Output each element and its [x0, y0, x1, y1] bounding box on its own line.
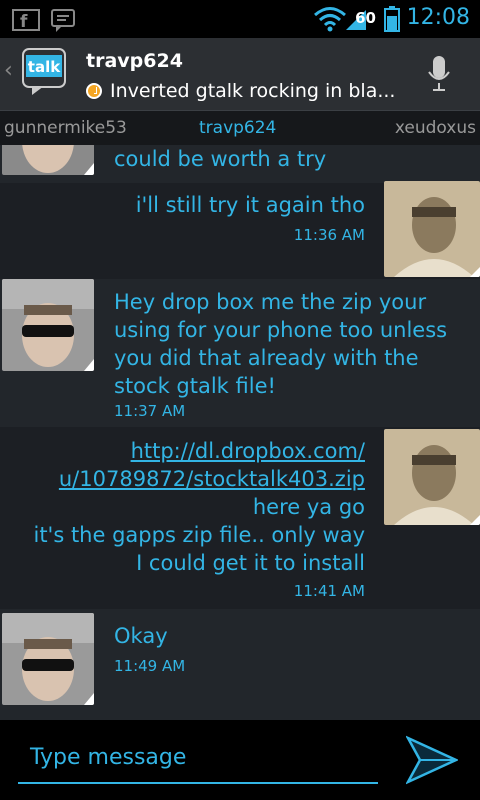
message-text: Okay [114, 624, 168, 648]
talk-logo[interactable]: talk [22, 48, 68, 100]
clock: 12:08 [406, 5, 470, 30]
svg-text:f: f [20, 12, 28, 32]
away-status-icon [86, 83, 102, 99]
message-item: Okay 11:49 AM [0, 609, 480, 720]
message-item: http://dl.dropbox.com/ u/10789872/stockt… [0, 427, 480, 609]
message-timestamp: 11:37 AM [114, 402, 186, 420]
message-timestamp: 11:41 AM [293, 582, 365, 600]
chat-tabs: gunnermike53 travp624 xeudoxus [0, 111, 480, 145]
dropbox-link-cont[interactable]: u/10789872/stocktalk403.zip [10, 465, 365, 493]
wifi-icon [313, 6, 347, 36]
message-text: Hey drop box me the zip your using for y… [114, 290, 448, 398]
send-icon[interactable] [405, 734, 460, 790]
battery-icon [384, 6, 400, 36]
tab-xeudoxus[interactable]: xeudoxus [395, 118, 476, 138]
dropbox-link[interactable]: http://dl.dropbox.com/ [10, 437, 365, 465]
message-timestamp: 11:36 AM [293, 226, 365, 244]
conversation-title: travp624 [86, 50, 183, 72]
my-avatar[interactable] [384, 181, 480, 277]
message-text: i'll still try it again tho [135, 193, 365, 217]
talk-logo-text: talk [28, 58, 61, 76]
facebook-notification-icon: f [12, 8, 42, 36]
message-item: could be worth a try [0, 145, 480, 183]
message-input-placeholder: Type message [30, 745, 187, 770]
back-chevron-icon[interactable]: ‹ [4, 58, 13, 83]
status-bar: f 60 12:08 [0, 0, 480, 38]
tab-gunnermike53[interactable]: gunnermike53 [4, 118, 127, 138]
message-text: could be worth a try [114, 147, 327, 171]
contact-avatar[interactable] [2, 613, 94, 705]
message-notification-icon [50, 8, 78, 38]
my-avatar[interactable] [384, 429, 480, 525]
status-message: Inverted gtalk rocking in bla... [110, 80, 396, 102]
contact-avatar[interactable] [2, 145, 94, 175]
message-timestamp: 11:49 AM [114, 657, 186, 675]
message-input[interactable]: Type message [18, 740, 378, 784]
microphone-icon[interactable] [428, 56, 450, 96]
battery-percent: 60 [355, 9, 376, 27]
message-item: i'll still try it again tho 11:36 AM [0, 181, 480, 279]
message-text: http://dl.dropbox.com/ u/10789872/stockt… [10, 437, 365, 577]
conversation-list[interactable]: could be worth a try i'll still try it a… [0, 145, 480, 720]
conversation-status: Inverted gtalk rocking in bla... [86, 80, 406, 102]
composer: Type message [0, 720, 480, 800]
contact-avatar[interactable] [2, 279, 94, 371]
action-bar: ‹ talk travp624 Inverted gtalk rocking i… [0, 38, 480, 111]
tab-travp624[interactable]: travp624 [199, 118, 276, 138]
message-item: Hey drop box me the zip your using for y… [0, 279, 480, 427]
